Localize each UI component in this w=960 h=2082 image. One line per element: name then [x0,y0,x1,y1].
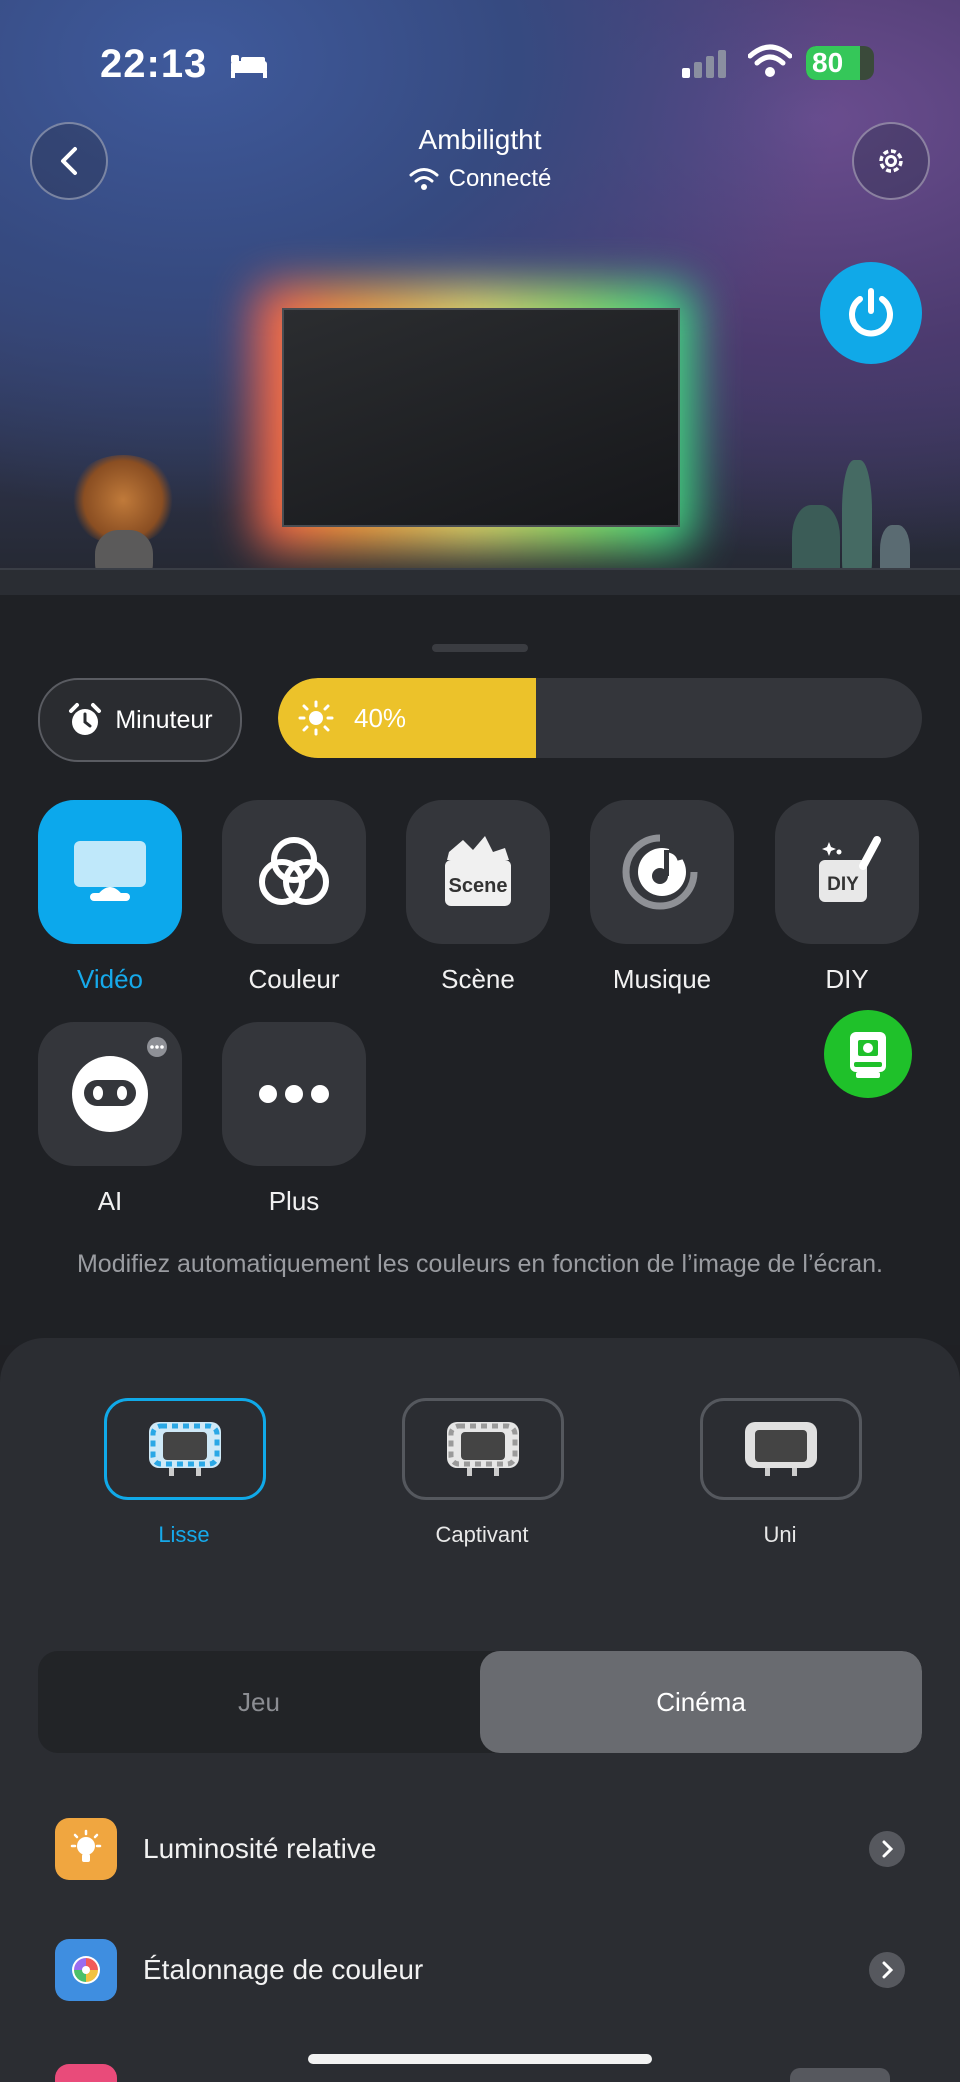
camera-sync-button[interactable] [824,1010,912,1098]
settings-row-color-calibration[interactable]: Étalonnage de couleur [55,1939,905,2001]
svg-text:Scene: Scene [449,875,508,897]
page-title: Ambiligtht [418,124,542,155]
more-dots-icon [259,1085,329,1103]
chevron-right-icon [869,1952,905,1988]
brightness-slider[interactable]: 40% [278,678,922,758]
alarm-clock-icon [69,703,102,735]
vase-decoration [842,460,872,585]
status-time: 22:13 [100,42,269,89]
sun-icon [298,700,334,736]
gear-icon [879,149,903,173]
music-note-icon [622,834,698,910]
camera-device-icon [850,1032,886,1078]
wifi-icon [747,44,793,83]
sleep-focus-icon [229,44,269,89]
settings-row-relative-brightness[interactable]: Luminosité relative [55,1818,905,1880]
segment-cinema[interactable]: Cinéma [480,1651,922,1753]
content-type-segment: Jeu Cinéma [38,1651,922,1753]
more-badge-icon [147,1037,167,1057]
battery-indicator: 80 [806,46,874,80]
style-immersive[interactable]: Captivant [402,1398,564,1548]
mode-more[interactable]: Plus [222,1022,366,1217]
mode-color[interactable]: Couleur [222,800,366,995]
connection-status: Connecté [0,165,960,193]
drag-handle[interactable] [432,644,528,652]
tv-glow-icon [447,1422,519,1476]
mode-description: Modifiez automatiquement les couleurs en… [76,1250,883,1278]
power-icon [849,288,893,337]
mode-scene[interactable]: Scene Scène [406,800,550,995]
tv-glow-icon [745,1422,817,1476]
tv-glow-icon [149,1422,221,1476]
wifi-icon [409,168,439,190]
hero-banner [0,0,960,595]
svg-text:DIY: DIY [827,874,859,895]
timer-button[interactable]: Minuteur [38,678,242,762]
style-uniform[interactable]: Uni [700,1398,862,1548]
bulb-icon [55,1818,117,1880]
color-wheel-icon [55,1939,117,2001]
style-smooth[interactable]: Lisse [104,1398,266,1548]
cellular-signal-icon [680,48,730,83]
screen-light-icon [74,841,146,901]
power-button[interactable] [820,262,922,364]
shelf [0,568,960,595]
chevron-right-icon [869,1831,905,1867]
scene-clapper-icon: Scene [445,836,511,906]
tv-image [282,308,680,527]
settings-button[interactable] [852,122,930,200]
mode-ai[interactable]: AI [38,1022,182,1217]
color-circles-icon [259,837,329,905]
robot-face-icon [72,1056,148,1132]
mode-music[interactable]: Musique [590,800,734,995]
diy-brush-icon: DIY [819,836,881,902]
mode-video[interactable]: Vidéo [38,800,182,995]
mode-diy[interactable]: DIY DIY [775,800,919,995]
partial-toggle[interactable] [790,2068,890,2082]
home-indicator[interactable] [308,2054,652,2064]
segment-game[interactable]: Jeu [38,1651,480,1753]
partial-row-icon [55,2064,117,2082]
